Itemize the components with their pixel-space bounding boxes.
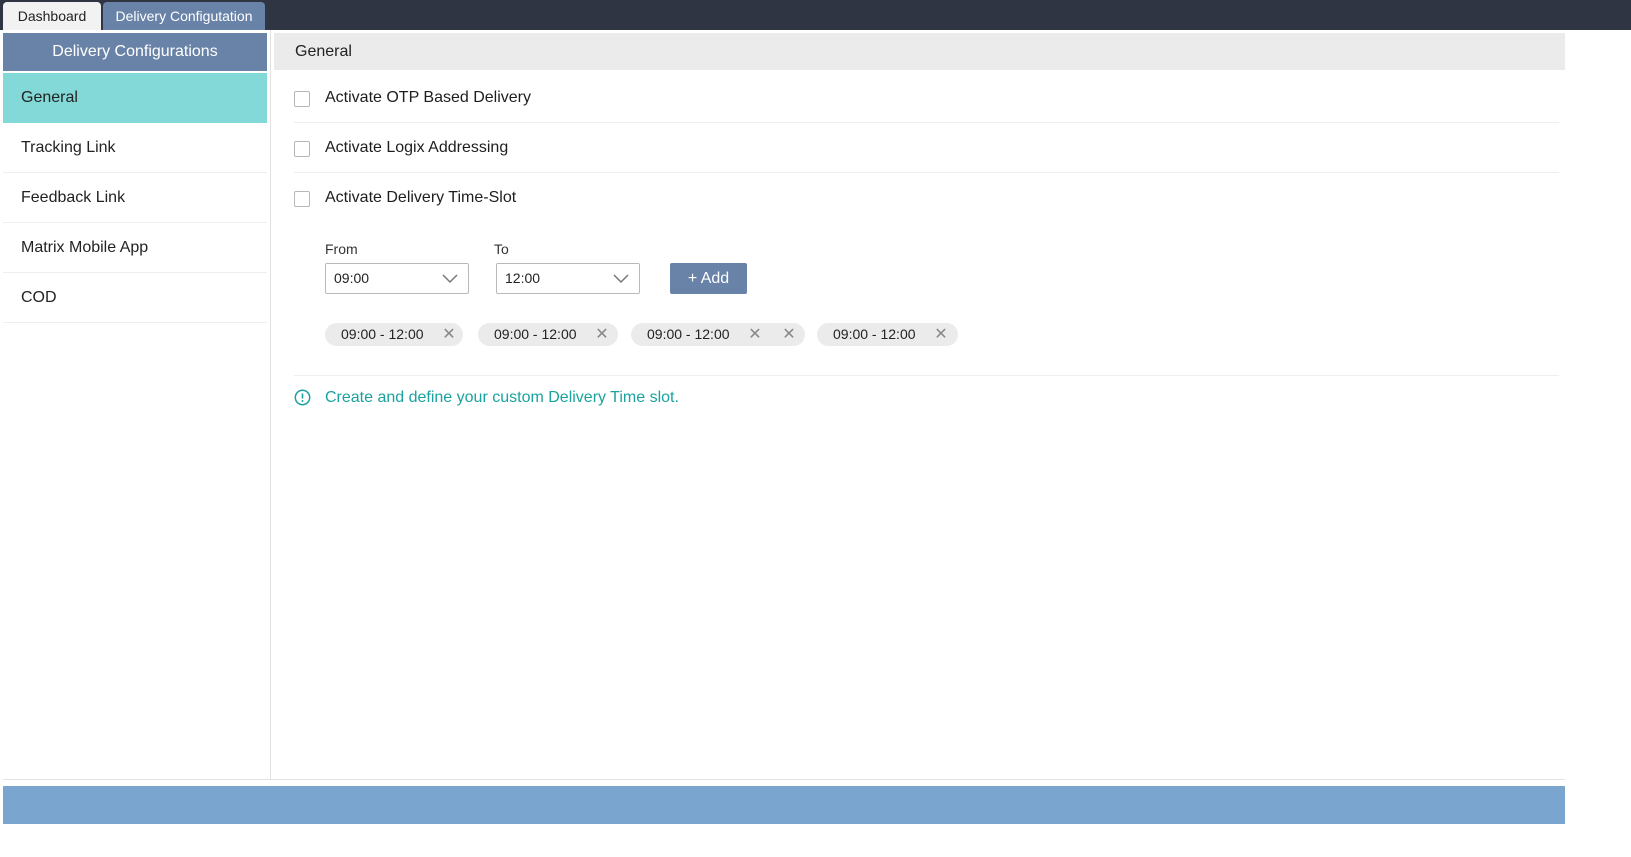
time-slot-chip: 09:00 - 12:00 ✕ <box>325 323 463 346</box>
option-row-otp: Activate OTP Based Delivery <box>294 73 1559 123</box>
close-icon[interactable]: ✕ <box>934 323 948 346</box>
logix-addressing-label[interactable]: Activate Logix Addressing <box>325 123 508 173</box>
chip-label: 09:00 - 12:00 <box>341 326 424 342</box>
otp-delivery-checkbox[interactable] <box>294 91 310 107</box>
time-slot-chip: 09:00 - 12:00 ✕ <box>478 323 618 346</box>
sidebar-item-tracking-link[interactable]: Tracking Link <box>3 123 267 173</box>
info-icon <box>294 389 311 406</box>
sidebar-item-cod[interactable]: COD <box>3 273 267 323</box>
page-title: General <box>274 33 1565 70</box>
time-slot-chip: 09:00 - 12:00 ✕ <box>817 323 958 346</box>
tab-delivery-configuration[interactable]: Delivery Configutation <box>103 2 265 30</box>
time-slot-checkbox[interactable] <box>294 191 310 207</box>
option-row-time-slot: Activate Delivery Time-Slot <box>294 173 1559 223</box>
tab-dashboard[interactable]: Dashboard <box>3 2 101 30</box>
from-label: From <box>325 241 358 257</box>
chevron-down-icon <box>613 274 629 284</box>
footer-bar <box>3 786 1565 824</box>
to-label: To <box>494 241 509 257</box>
close-icon[interactable]: ✕ <box>782 323 796 346</box>
from-time-value: 09:00 <box>334 270 370 286</box>
close-icon[interactable]: ✕ <box>442 323 456 346</box>
sidebar-title: Delivery Configurations <box>3 33 267 71</box>
from-time-select[interactable]: 09:00 <box>325 263 469 294</box>
close-icon[interactable]: ✕ <box>748 323 762 346</box>
chip-label: 09:00 - 12:00 <box>494 326 577 342</box>
chevron-down-icon <box>442 274 458 284</box>
option-row-logix: Activate Logix Addressing <box>294 123 1559 173</box>
chip-label: 09:00 - 12:00 <box>647 326 730 342</box>
info-text: Create and define your custom Delivery T… <box>325 389 679 406</box>
time-slot-label[interactable]: Activate Delivery Time-Slot <box>325 173 516 223</box>
divider <box>3 779 1565 780</box>
top-tab-bar: Dashboard Delivery Configutation <box>0 0 1631 30</box>
chip-label: 09:00 - 12:00 <box>833 326 916 342</box>
sidebar-item-feedback-link[interactable]: Feedback Link <box>3 173 267 223</box>
logix-addressing-checkbox[interactable] <box>294 141 310 157</box>
sidebar-item-general[interactable]: General <box>3 73 267 123</box>
section-divider <box>294 375 1559 376</box>
sidebar-item-matrix-mobile-app[interactable]: Matrix Mobile App <box>3 223 267 273</box>
close-icon[interactable]: ✕ <box>595 323 609 346</box>
main-panel: General Activate OTP Based Delivery Acti… <box>272 30 1565 780</box>
sidebar: Delivery Configurations General Tracking… <box>0 30 271 780</box>
time-slot-chip: 09:00 - 12:00 ✕ ✕ <box>631 323 805 346</box>
add-time-slot-button[interactable]: + Add <box>670 263 747 294</box>
to-time-select[interactable]: 12:00 <box>496 263 640 294</box>
otp-delivery-label[interactable]: Activate OTP Based Delivery <box>325 73 531 123</box>
to-time-value: 12:00 <box>505 270 541 286</box>
